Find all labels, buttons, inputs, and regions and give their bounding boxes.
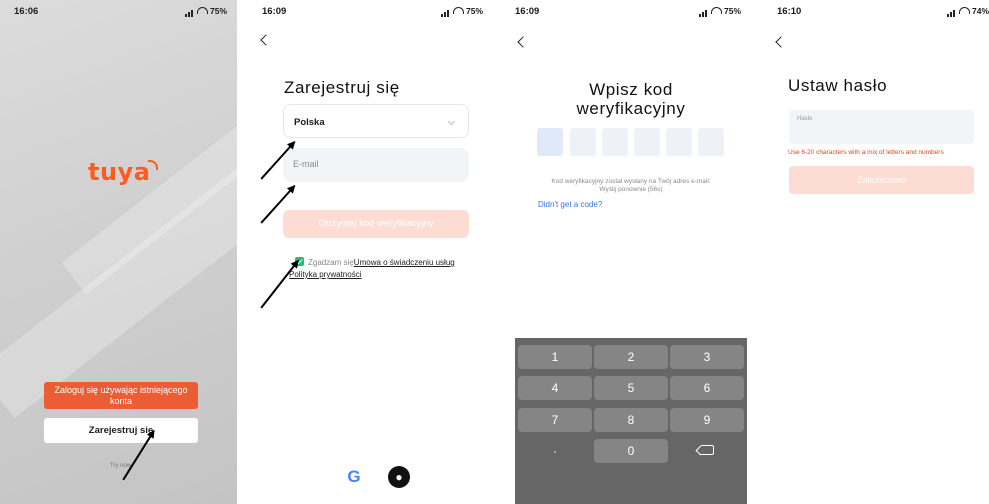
status-time: 16:10 xyxy=(777,6,802,17)
code-sent-line: Kod weryfikacyjny został wysłany na Twój… xyxy=(551,178,711,185)
status-time: 16:06 xyxy=(14,6,39,17)
status-right: 75% xyxy=(698,6,741,17)
key-8[interactable]: 8 xyxy=(594,408,668,432)
status-bar: 16:09 75% xyxy=(515,0,747,22)
logo-text: tuya xyxy=(88,158,151,186)
code-sent-message: Kod weryfikacyjny został wysłany na Twój… xyxy=(515,178,747,194)
privacy-policy-link[interactable]: Polityka prywatności xyxy=(289,270,361,279)
status-time: 16:09 xyxy=(262,6,287,17)
verification-screen: 16:09 75% Wpisz kod weryfikacyjny Kod we… xyxy=(515,0,747,504)
signal-icon xyxy=(440,7,450,17)
backspace-icon xyxy=(700,445,714,455)
password-field[interactable]: Hasło xyxy=(789,110,974,144)
key-7[interactable]: 7 xyxy=(518,408,592,432)
title-line-2: weryfikacyjny xyxy=(576,99,686,118)
status-right: 75% xyxy=(184,6,227,17)
wifi-icon xyxy=(196,7,208,14)
wifi-icon xyxy=(452,7,464,14)
key-4[interactable]: 4 xyxy=(518,376,592,400)
battery-level: 75% xyxy=(465,6,483,16)
welcome-screen: 16:06 75% tuya Zaloguj się używając istn… xyxy=(0,0,237,504)
key-6[interactable]: 6 xyxy=(670,376,744,400)
tuya-logo: tuya xyxy=(88,158,160,186)
country-value: Polska xyxy=(294,117,325,128)
key-3[interactable]: 3 xyxy=(670,345,744,369)
email-field[interactable]: E-mail xyxy=(283,148,469,182)
status-time: 16:09 xyxy=(515,6,540,17)
key-backspace[interactable] xyxy=(670,439,744,463)
register-screen: 16:09 75% Zarejestruj się Polska E-mail … xyxy=(258,0,483,504)
login-existing-account-button[interactable]: Zaloguj się używając istniejącego konta xyxy=(44,382,198,409)
agree-text: Zgadzam się xyxy=(308,258,354,267)
password-hint: Use 6-20 characters with a mix of letter… xyxy=(788,149,944,156)
code-digit-box[interactable] xyxy=(602,128,628,156)
page-title: Ustaw hasło xyxy=(788,76,888,95)
status-right: 74% xyxy=(946,6,989,17)
code-digit-box[interactable] xyxy=(570,128,596,156)
wifi-icon xyxy=(710,7,722,14)
terms-agreement: Zgadzam sięUmowa o świadczeniu usług Pol… xyxy=(289,257,483,281)
battery-level: 75% xyxy=(723,6,741,16)
status-bar: 16:06 75% xyxy=(0,0,237,22)
key-1[interactable]: 1 xyxy=(518,345,592,369)
signal-icon xyxy=(946,7,956,17)
finish-button[interactable]: Zakończono xyxy=(789,166,974,194)
code-digit-box[interactable] xyxy=(537,128,563,156)
status-bar: 16:10 74% xyxy=(767,0,989,22)
set-password-screen: 16:10 74% Ustaw hasło Hasło Use 6-20 cha… xyxy=(767,0,989,504)
page-title: Zarejestruj się xyxy=(284,78,400,97)
title-line-1: Wpisz kod xyxy=(589,80,673,99)
status-right: 75% xyxy=(440,6,483,17)
logo-signal-icon xyxy=(148,160,159,170)
battery-level: 75% xyxy=(209,6,227,16)
signal-icon xyxy=(184,7,194,17)
resend-countdown: Wyślij ponownie (56s) xyxy=(599,186,663,193)
email-placeholder: E-mail xyxy=(293,159,319,169)
back-chevron-icon[interactable] xyxy=(775,36,787,48)
key-5[interactable]: 5 xyxy=(594,376,668,400)
apple-login-icon[interactable]: ● xyxy=(388,466,410,488)
key-2[interactable]: 2 xyxy=(594,345,668,369)
google-login-icon[interactable]: G xyxy=(343,466,365,488)
back-chevron-icon[interactable] xyxy=(260,34,272,46)
register-button[interactable]: Zarejestruj się xyxy=(44,418,198,443)
get-verification-code-button[interactable]: Otrzymaj kod weryfikacyjny xyxy=(283,210,469,238)
battery-level: 74% xyxy=(971,6,989,16)
numeric-keypad: 1 2 3 4 5 6 7 8 9 · 0 xyxy=(515,338,747,504)
page-title: Wpisz kod weryfikacyjny xyxy=(515,80,747,118)
signal-icon xyxy=(698,7,708,17)
chevron-down-icon xyxy=(447,117,456,126)
key-9[interactable]: 9 xyxy=(670,408,744,432)
terms-link[interactable]: Umowa o świadczeniu usług xyxy=(354,258,455,267)
code-digit-box[interactable] xyxy=(634,128,660,156)
back-chevron-icon[interactable] xyxy=(517,36,529,48)
key-0[interactable]: 0 xyxy=(594,439,668,463)
key-dot[interactable]: · xyxy=(518,439,592,463)
status-bar: 16:09 75% xyxy=(258,0,483,22)
code-digit-box[interactable] xyxy=(666,128,692,156)
code-digit-box[interactable] xyxy=(698,128,724,156)
didnt-get-code-link[interactable]: Didn't get a code? xyxy=(538,200,602,209)
country-select[interactable]: Polska xyxy=(283,104,469,138)
password-label: Hasło xyxy=(797,116,813,122)
wifi-icon xyxy=(958,7,970,14)
